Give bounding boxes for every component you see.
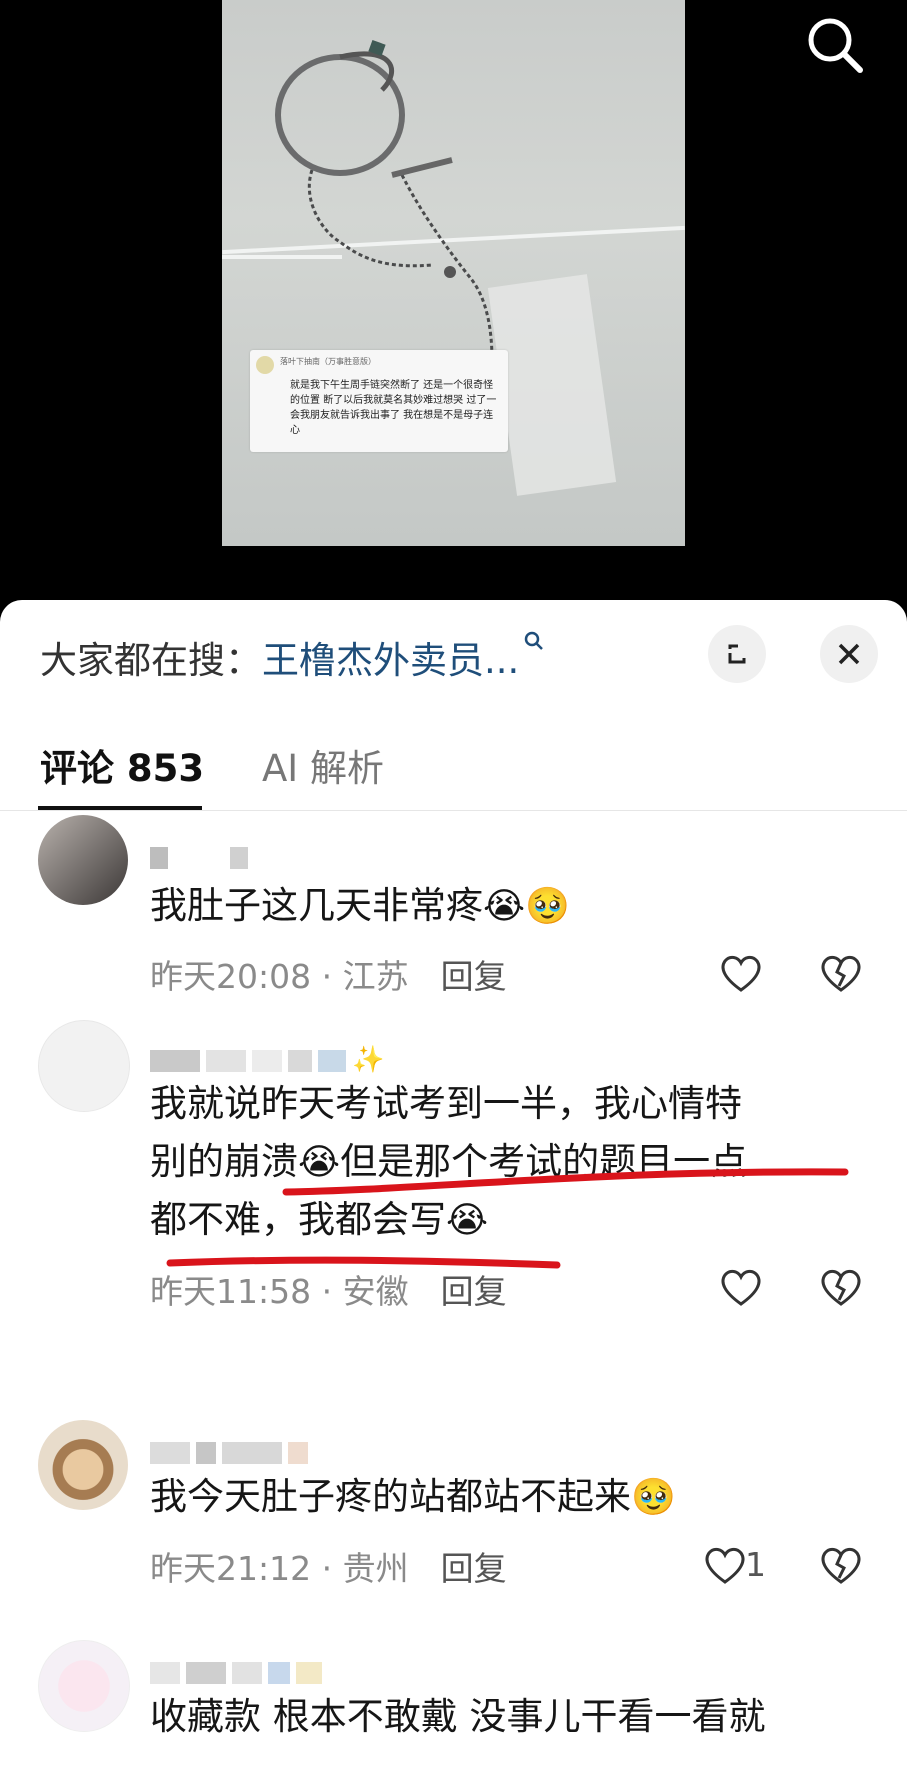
hot-search-bar[interactable]: 大家都在搜：王橹杰外卖员... xyxy=(40,630,545,684)
username-blurred[interactable]: ✨ xyxy=(150,1040,384,1080)
hot-search-keyword[interactable]: 王橹杰外卖员... xyxy=(262,639,519,682)
comment-text: 收藏款 根本不敢戴 没事儿干看一看就 xyxy=(150,1695,766,1738)
overlay-text: 就是我下午生周手链突然断了 还是一个很奇怪的位置 断了以后我就莫名其妙难过想哭 … xyxy=(290,380,497,436)
like-icon[interactable] xyxy=(700,1540,750,1590)
comment-line: 我就说昨天考试考到一半，我心情特 xyxy=(150,1082,742,1125)
expand-icon xyxy=(728,644,746,664)
overlay-card: 落叶下抽南（万事胜意版） 就是我下午生周手链突然断了 还是一个很奇怪的位置 断了… xyxy=(250,350,508,452)
comment-time: 昨天21:12 xyxy=(150,1549,312,1588)
crying-emoji: 😭 xyxy=(298,1142,341,1183)
like-icon[interactable] xyxy=(716,948,766,998)
dislike-icon[interactable] xyxy=(816,948,866,998)
avatar[interactable] xyxy=(38,1020,130,1112)
comment-meta: 昨天11:58 · 安徽 回复 xyxy=(150,1265,507,1313)
like-icon[interactable] xyxy=(716,1262,766,1312)
comment-text: 我肚子这几天非常疼😭🥹 xyxy=(150,877,870,935)
avatar[interactable] xyxy=(38,1420,128,1510)
avatar[interactable] xyxy=(38,815,128,905)
small-search-icon xyxy=(525,631,544,650)
comment-location: 江苏 xyxy=(342,957,409,996)
search-icon[interactable] xyxy=(800,10,870,80)
reply-button[interactable]: 回复 xyxy=(441,1272,507,1311)
comment-line: 但是那个考试的题目一点 xyxy=(340,1140,748,1183)
comment-text: 我就说昨天考试考到一半，我心情特 别的崩溃😭但是那个考试的题目一点 都不难，我都… xyxy=(150,1075,870,1249)
comment-location: 贵州 xyxy=(342,1549,409,1588)
comment-body: 我肚子这几天非常疼 xyxy=(150,884,483,927)
crying-emoji: 😭 xyxy=(446,1200,489,1241)
expand-button[interactable] xyxy=(708,625,766,683)
tab-comments[interactable]: 评论 853 xyxy=(40,738,204,792)
video-frame[interactable]: 落叶下抽南（万事胜意版） 就是我下午生周手链突然断了 还是一个很奇怪的位置 断了… xyxy=(222,0,685,546)
dislike-icon[interactable] xyxy=(816,1540,866,1590)
video-area[interactable]: 落叶下抽南（万事胜意版） 就是我下午生周手链突然断了 还是一个很奇怪的位置 断了… xyxy=(0,0,907,610)
close-button[interactable] xyxy=(820,625,878,683)
close-icon xyxy=(838,643,860,665)
comment-line: 别的崩溃 xyxy=(150,1140,298,1183)
comment-time: 昨天11:58 xyxy=(150,1272,312,1311)
comment-meta: 昨天20:08 · 江苏 回复 xyxy=(150,950,507,998)
pleading-emoji: 🥹 xyxy=(631,1477,676,1518)
like-count: 1 xyxy=(745,1545,766,1584)
separator: · xyxy=(311,1549,343,1588)
username-blurred[interactable] xyxy=(150,1658,328,1686)
overlay-head: 落叶下抽南（万事胜意版） xyxy=(280,357,376,366)
reply-button[interactable]: 回复 xyxy=(441,1549,507,1588)
comment-panel: 大家都在搜：王橹杰外卖员... 评论 853 AI 解析 我肚子这几天非常疼😭🥹… xyxy=(0,600,907,1780)
dislike-icon[interactable] xyxy=(816,1262,866,1312)
tab-ai-analysis[interactable]: AI 解析 xyxy=(262,738,384,792)
separator: · xyxy=(311,957,343,996)
comment-location: 安徽 xyxy=(342,1272,409,1311)
avatar[interactable] xyxy=(38,1640,130,1732)
comment-body: 我今天肚子疼的站都站不起来 xyxy=(150,1475,631,1518)
comment-meta: 昨天21:12 · 贵州 回复 xyxy=(150,1542,507,1590)
comment-line: 都不难，我都会写 xyxy=(150,1198,446,1241)
crying-emoji: 😭🥹 xyxy=(483,886,570,927)
bracelet-image xyxy=(275,39,617,496)
tab-bar: 评论 853 AI 解析 xyxy=(0,710,907,811)
tab-active-indicator xyxy=(38,806,202,810)
comment-time: 昨天20:08 xyxy=(150,957,312,996)
comment-text: 我今天肚子疼的站都站不起来🥹 xyxy=(150,1468,870,1526)
overlay-avatar xyxy=(256,356,274,374)
hot-search-label: 大家都在搜： xyxy=(40,639,262,682)
username-blurred[interactable] xyxy=(150,843,254,871)
username-blurred[interactable] xyxy=(150,1438,314,1466)
separator: · xyxy=(311,1272,343,1311)
reply-button[interactable]: 回复 xyxy=(441,957,507,996)
